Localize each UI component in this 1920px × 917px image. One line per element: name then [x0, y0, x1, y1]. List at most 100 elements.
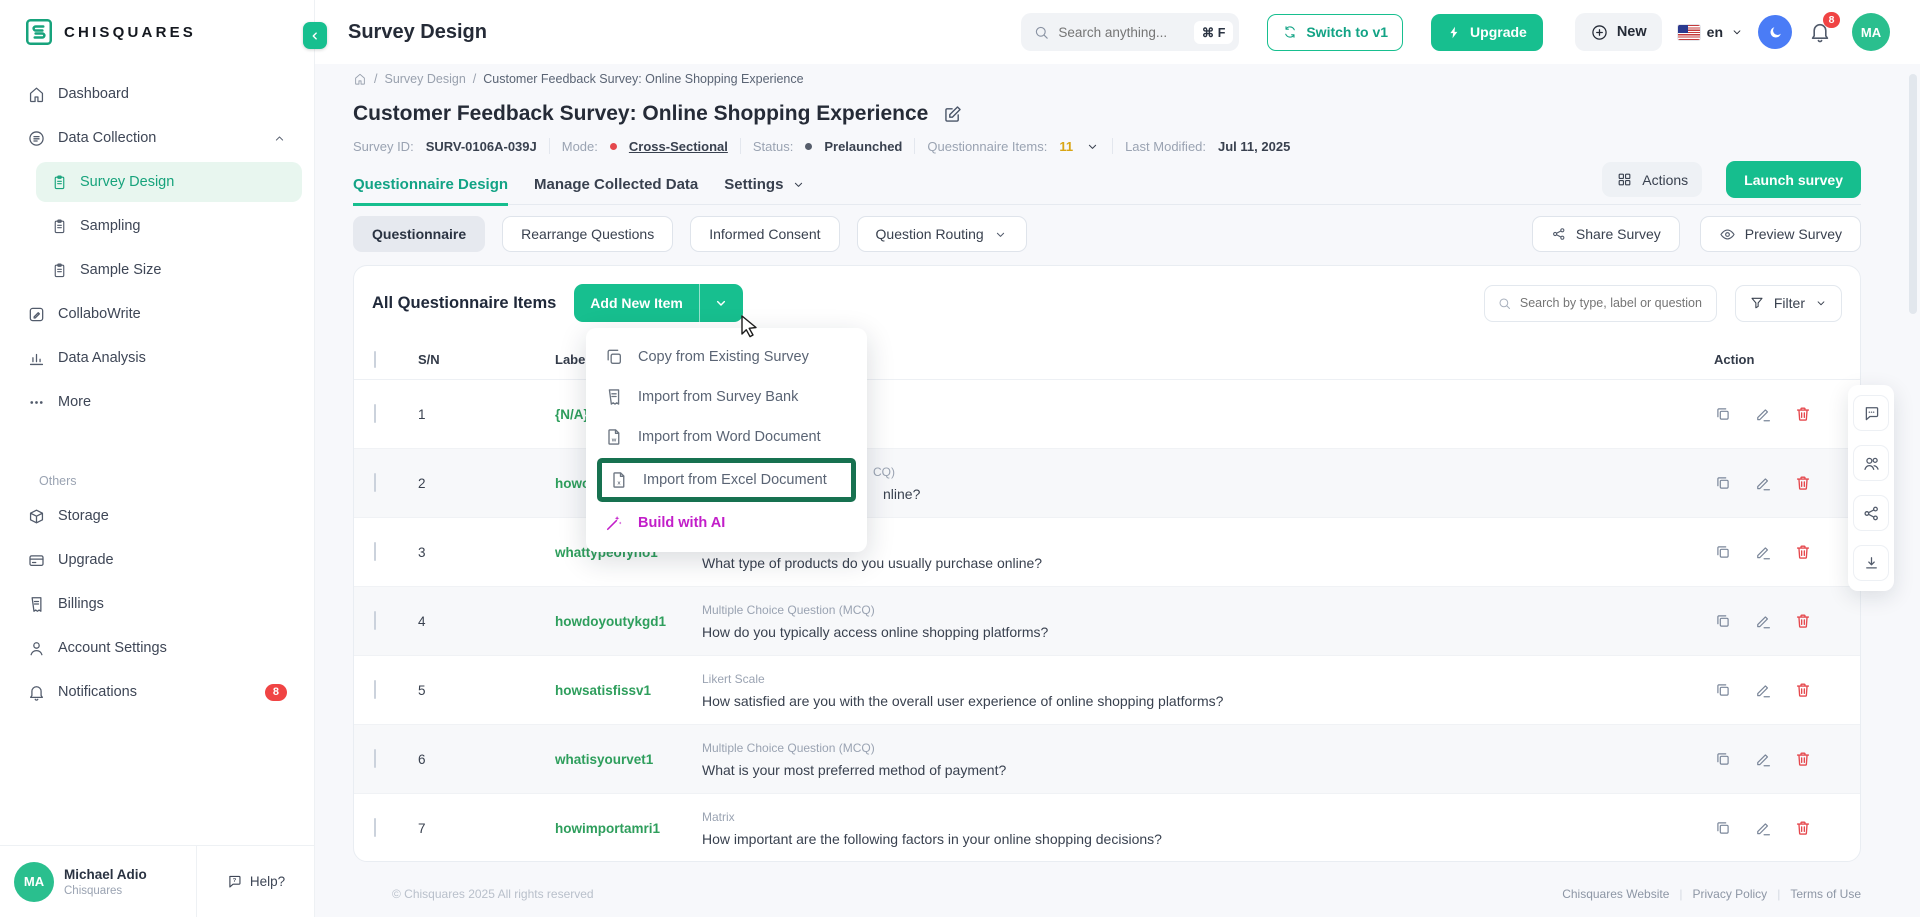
chevron-down-icon[interactable]: [1085, 139, 1100, 154]
table-row[interactable]: 4 howdoyoutykgd1 Multiple Choice Questio…: [354, 587, 1860, 656]
breadcrumb-item[interactable]: Survey Design: [384, 72, 465, 86]
comments-button[interactable]: [1853, 395, 1889, 431]
table-search-input[interactable]: [1520, 296, 1704, 310]
actions-button[interactable]: Actions: [1602, 162, 1702, 197]
row-checkbox[interactable]: [374, 473, 376, 492]
sidebar-item-dashboard[interactable]: Dashboard: [12, 74, 302, 114]
menu-item-import-word-document[interactable]: w Import from Word Document: [586, 417, 867, 457]
sidebar-item-collabowrite[interactable]: CollaboWrite: [12, 294, 302, 334]
subtab-questionnaire[interactable]: Questionnaire: [353, 216, 485, 252]
mode-value[interactable]: Cross-Sectional: [629, 139, 728, 154]
edit-icon[interactable]: [1754, 474, 1772, 492]
new-button[interactable]: New: [1575, 13, 1662, 51]
menu-item-import-survey-bank[interactable]: Import from Survey Bank: [586, 377, 867, 417]
table-search[interactable]: [1484, 285, 1717, 322]
add-new-item-dropdown-toggle[interactable]: [699, 284, 743, 322]
table-row[interactable]: 1 {N/A}: [354, 380, 1860, 449]
page-scrollbar[interactable]: [1909, 74, 1917, 314]
delete-icon[interactable]: [1794, 612, 1812, 630]
edit-title-icon[interactable]: [942, 104, 963, 125]
switch-to-v1-button[interactable]: Switch to v1: [1267, 14, 1403, 51]
duplicate-icon[interactable]: [1714, 681, 1732, 699]
sidebar-item-data-collection[interactable]: Data Collection: [12, 118, 302, 158]
row-checkbox[interactable]: [374, 749, 376, 768]
language-selector[interactable]: en: [1678, 24, 1744, 40]
user-avatar[interactable]: MA: [1852, 13, 1890, 51]
upgrade-button[interactable]: Upgrade: [1431, 14, 1543, 51]
collaborators-button[interactable]: [1853, 445, 1889, 481]
delete-icon[interactable]: [1794, 681, 1812, 699]
row-checkbox[interactable]: [374, 818, 376, 837]
duplicate-icon[interactable]: [1714, 819, 1732, 837]
duplicate-icon[interactable]: [1714, 612, 1732, 630]
row-checkbox[interactable]: [374, 680, 376, 699]
menu-item-copy-existing-survey[interactable]: Copy from Existing Survey: [586, 337, 867, 377]
table-row[interactable]: 2 howo CQ) nline?: [354, 449, 1860, 518]
sidebar-item-sample-size[interactable]: Sample Size: [36, 250, 302, 290]
row-checkbox[interactable]: [374, 404, 376, 423]
global-search[interactable]: ⌘ F: [1021, 13, 1239, 51]
tab-settings[interactable]: Settings: [724, 176, 806, 206]
table-row[interactable]: 3 whattypeofyho1 Multiple Responses What…: [354, 518, 1860, 587]
sidebar-item-storage[interactable]: Storage: [12, 496, 302, 536]
search-input[interactable]: [1058, 25, 1185, 40]
tab-manage-collected-data[interactable]: Manage Collected Data: [534, 176, 698, 206]
tab-questionnaire-design[interactable]: Questionnaire Design: [353, 176, 508, 206]
footer-link-terms[interactable]: Terms of Use: [1790, 887, 1861, 901]
select-all-checkbox[interactable]: [374, 351, 376, 368]
help-button[interactable]: ? Help?: [196, 846, 314, 917]
edit-icon[interactable]: [1754, 750, 1772, 768]
share-survey-button[interactable]: Share Survey: [1532, 216, 1680, 252]
menu-item-import-excel-document[interactable]: x Import from Excel Document: [597, 458, 856, 502]
edit-icon[interactable]: [1754, 681, 1772, 699]
subtab-label: Questionnaire: [372, 226, 466, 242]
home-icon[interactable]: [353, 72, 367, 86]
sidebar-collapse-button[interactable]: [303, 22, 327, 49]
add-new-item-label[interactable]: Add New Item: [574, 284, 699, 322]
filter-button[interactable]: Filter: [1735, 285, 1842, 322]
sidebar-item-data-analysis[interactable]: Data Analysis: [12, 338, 302, 378]
edit-icon[interactable]: [1754, 819, 1772, 837]
subtab-rearrange-questions[interactable]: Rearrange Questions: [502, 216, 673, 252]
sidebar-item-sampling[interactable]: Sampling: [36, 206, 302, 246]
add-new-item-button[interactable]: Add New Item: [574, 284, 743, 322]
sidebar-item-billings[interactable]: Billings: [12, 584, 302, 624]
notifications-bell[interactable]: 8: [1808, 20, 1832, 44]
edit-icon[interactable]: [1754, 543, 1772, 561]
sidebar-item-more[interactable]: More: [12, 382, 302, 422]
duplicate-icon[interactable]: [1714, 474, 1732, 492]
duplicate-icon[interactable]: [1714, 405, 1732, 423]
sidebar-item-upgrade[interactable]: Upgrade: [12, 540, 302, 580]
table-row[interactable]: 7 howimportamri1 Matrix How important ar…: [354, 794, 1860, 862]
edit-icon[interactable]: [1754, 405, 1772, 423]
preview-survey-button[interactable]: Preview Survey: [1700, 216, 1861, 252]
sidebar-item-survey-design[interactable]: Survey Design: [36, 162, 302, 202]
brand-logo[interactable]: CHISQUARES: [0, 0, 314, 64]
delete-icon[interactable]: [1794, 750, 1812, 768]
row-checkbox[interactable]: [374, 542, 376, 561]
duplicate-icon[interactable]: [1714, 750, 1732, 768]
edit-icon[interactable]: [1754, 612, 1772, 630]
delete-icon[interactable]: [1794, 474, 1812, 492]
new-label: New: [1617, 24, 1647, 40]
subtab-question-routing[interactable]: Question Routing: [857, 216, 1027, 252]
subtab-informed-consent[interactable]: Informed Consent: [690, 216, 839, 252]
sidebar-item-notifications[interactable]: Notifications 8: [12, 672, 302, 712]
download-button[interactable]: [1853, 545, 1889, 581]
table-row[interactable]: 6 whatisyourvet1 Multiple Choice Questio…: [354, 725, 1860, 794]
row-checkbox[interactable]: [374, 611, 376, 630]
footer-link-website[interactable]: Chisquares Website: [1562, 887, 1669, 901]
menu-item-build-with-ai[interactable]: Build with AI: [586, 503, 867, 543]
share-button[interactable]: [1853, 495, 1889, 531]
others-section-label: Others: [39, 474, 302, 488]
table-row[interactable]: 5 howsatisfissv1 Likert Scale How satisf…: [354, 656, 1860, 725]
dark-mode-toggle[interactable]: [1758, 15, 1792, 49]
delete-icon[interactable]: [1794, 543, 1812, 561]
delete-icon[interactable]: [1794, 405, 1812, 423]
sidebar-item-account-settings[interactable]: Account Settings: [12, 628, 302, 668]
footer-link-privacy[interactable]: Privacy Policy: [1693, 887, 1768, 901]
duplicate-icon[interactable]: [1714, 543, 1732, 561]
user-profile[interactable]: MA Michael Adio Chisquares: [0, 846, 196, 917]
launch-survey-button[interactable]: Launch survey: [1726, 161, 1861, 198]
delete-icon[interactable]: [1794, 819, 1812, 837]
